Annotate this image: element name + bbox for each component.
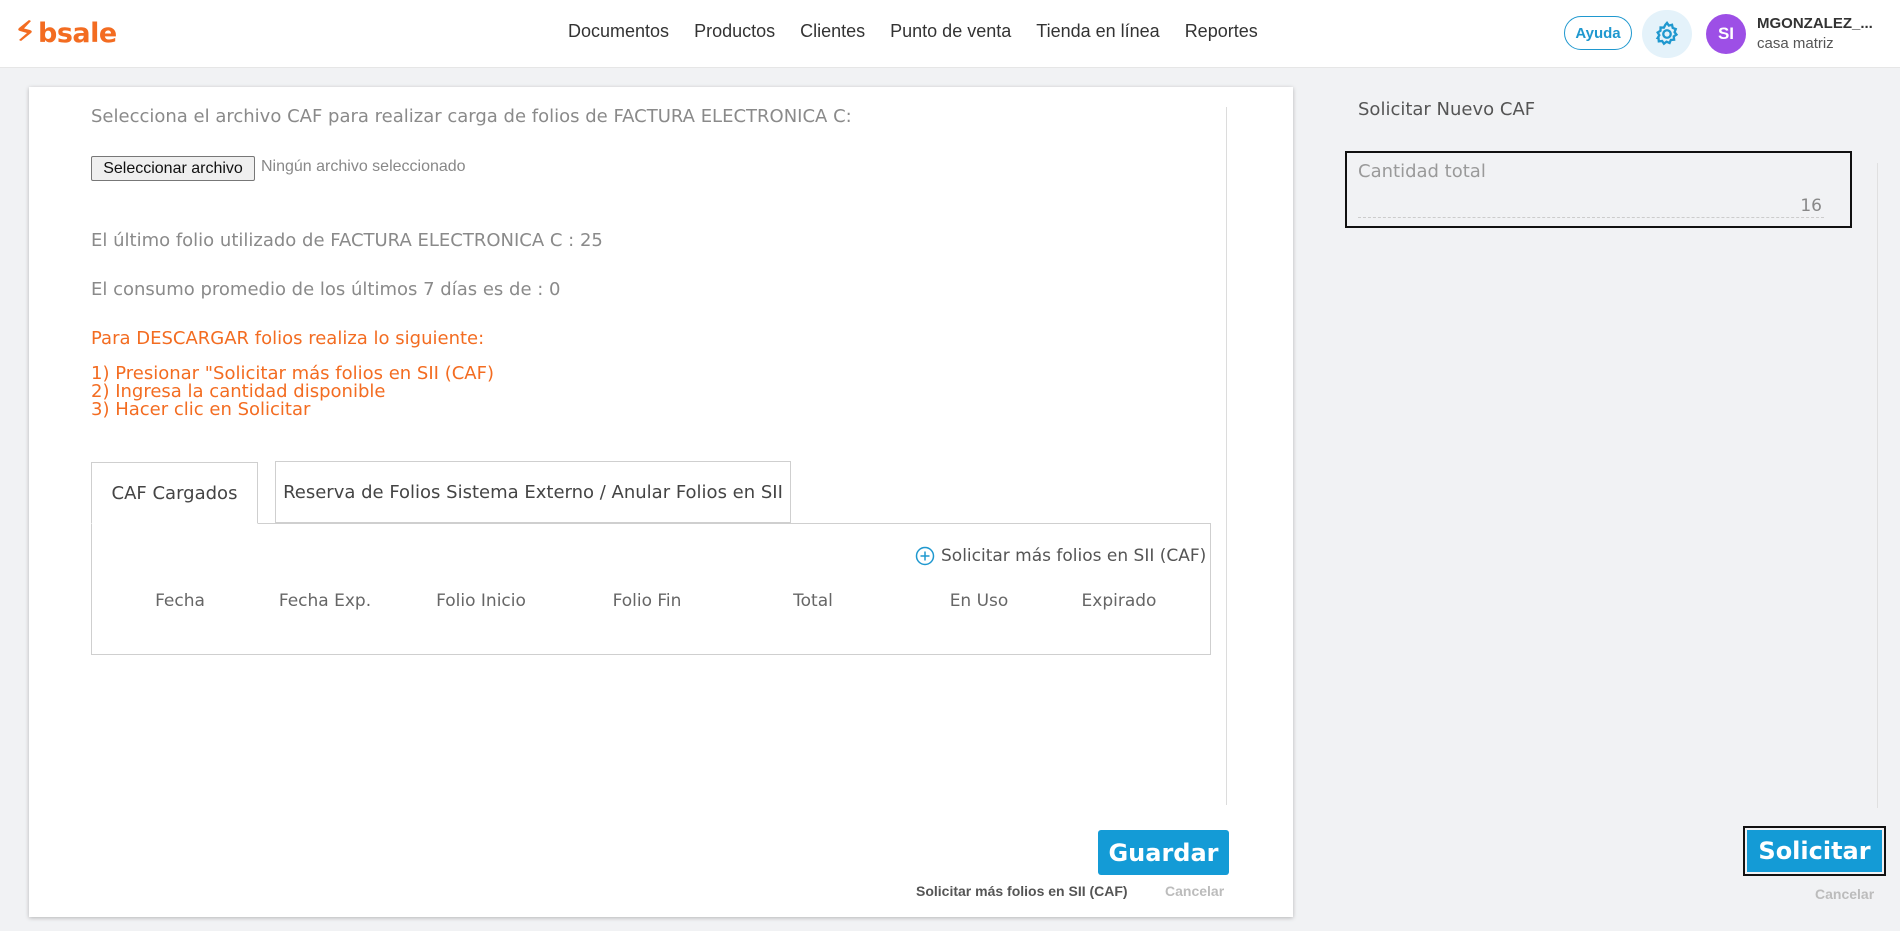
plus-circle-icon xyxy=(915,546,935,566)
help-button[interactable]: Ayuda xyxy=(1564,16,1632,50)
column-header-en-uso: En Uso xyxy=(949,591,1009,611)
logo-text: bsale xyxy=(38,17,117,49)
bsale-logo-icon xyxy=(18,20,32,41)
column-header-folio-fin: Folio Fin xyxy=(612,591,682,611)
nav-reportes[interactable]: Reportes xyxy=(1185,21,1258,42)
quantity-input[interactable] xyxy=(1358,194,1824,218)
quantity-label: Cantidad total xyxy=(1358,161,1486,182)
side-panel-title: Solicitar Nuevo CAF xyxy=(1358,99,1536,120)
nav-productos[interactable]: Productos xyxy=(694,21,775,42)
nav-clientes[interactable]: Clientes xyxy=(800,21,865,42)
tab-caf-cargados[interactable]: CAF Cargados xyxy=(91,462,258,524)
top-header: bsale Documentos Productos Clientes Punt… xyxy=(0,0,1900,68)
instructions-title: Para DESCARGAR folios realiza lo siguien… xyxy=(91,328,485,349)
user-name[interactable]: MGONZALEZ_... xyxy=(1757,15,1873,32)
main-nav: Documentos Productos Clientes Punto de v… xyxy=(568,21,1258,42)
bsale-logo[interactable]: bsale xyxy=(16,17,117,49)
tab-label: Reserva de Folios Sistema Externo / Anul… xyxy=(283,481,783,503)
avg-consumption-text: El consumo promedio de los últimos 7 día… xyxy=(91,279,561,300)
tab-panel xyxy=(91,523,1211,655)
tab-reserva-folios[interactable]: Reserva de Folios Sistema Externo / Anul… xyxy=(275,461,791,523)
column-header-folio-inicio: Folio Inicio xyxy=(436,591,526,611)
file-prompt: Selecciona el archivo CAF para realizar … xyxy=(91,106,852,127)
solicitar-button[interactable]: Solicitar xyxy=(1747,830,1882,872)
nav-documentos[interactable]: Documentos xyxy=(568,21,669,42)
request-folios-link[interactable]: Solicitar más folios en SII (CAF) xyxy=(915,546,1206,566)
gear-icon xyxy=(1655,21,1679,46)
last-folio-text: El último folio utilizado de FACTURA ELE… xyxy=(91,230,603,251)
tab-label: CAF Cargados xyxy=(111,482,238,504)
select-file-button[interactable]: Seleccionar archivo xyxy=(91,156,255,181)
nav-punto-de-venta[interactable]: Punto de venta xyxy=(890,21,1011,42)
column-header-fecha: Fecha xyxy=(155,591,205,611)
request-folios-label: Solicitar más folios en SII (CAF) xyxy=(941,546,1207,566)
side-panel-divider xyxy=(1877,163,1878,808)
avatar[interactable]: SI xyxy=(1706,14,1746,54)
column-header-expirado: Expirado xyxy=(1081,591,1157,611)
instruction-step: 3) Hacer clic en Solicitar xyxy=(91,399,311,420)
footer-cancel-link[interactable]: Cancelar xyxy=(1165,883,1224,899)
file-status: Ningún archivo seleccionado xyxy=(261,158,466,175)
column-header-total: Total xyxy=(793,591,833,611)
save-button[interactable]: Guardar xyxy=(1098,830,1229,875)
settings-button[interactable] xyxy=(1642,10,1692,58)
card-divider xyxy=(1226,107,1227,805)
column-header-fecha-exp: Fecha Exp. xyxy=(278,591,372,611)
footer-request-link[interactable]: Solicitar más folios en SII (CAF) xyxy=(916,883,1128,899)
nav-tienda-en-linea[interactable]: Tienda en línea xyxy=(1036,21,1159,42)
user-branch: casa matriz xyxy=(1757,35,1834,52)
side-panel-cancel-link[interactable]: Cancelar xyxy=(1815,886,1874,902)
